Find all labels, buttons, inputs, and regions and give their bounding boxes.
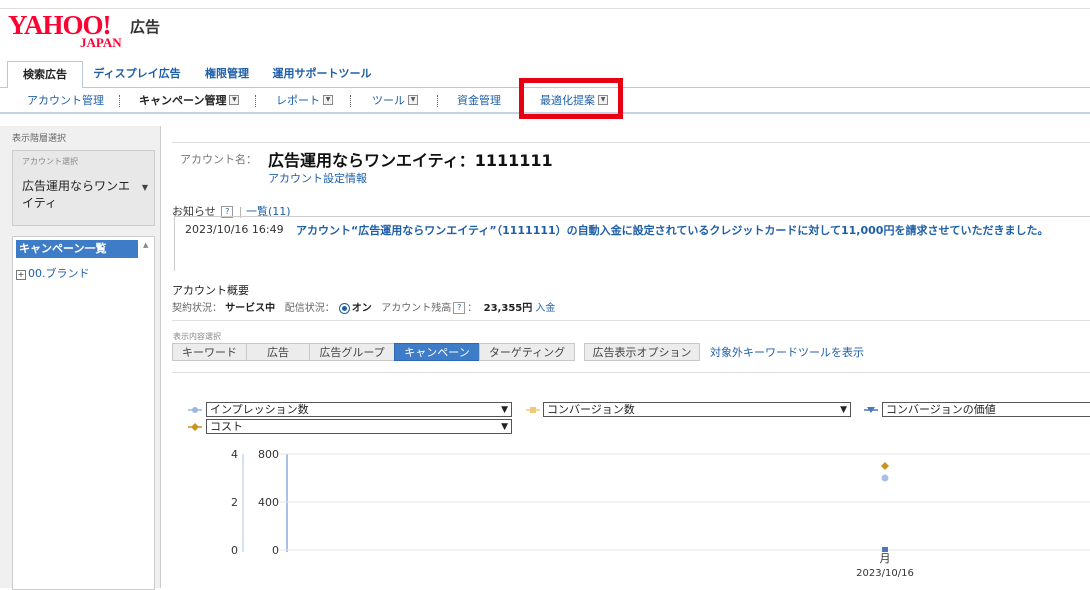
subnav-label: レポート xyxy=(276,94,320,107)
subnav-funds[interactable]: 資金管理 xyxy=(457,88,501,112)
radio-on-icon[interactable] xyxy=(338,302,350,314)
dropdown-arrow-icon: ▼ xyxy=(141,183,148,192)
left-tick-2: 0 xyxy=(231,544,238,557)
delivery-label: 配信状況： xyxy=(284,303,335,314)
x-tick-weekday: 月 xyxy=(880,552,891,565)
subnav-label: キャンペーン管理 xyxy=(139,94,227,107)
delivery-value: オン xyxy=(351,303,372,314)
chevron-down-icon[interactable]: ▼ xyxy=(229,95,240,105)
second-tick-0: 800 xyxy=(258,448,279,461)
chevron-down-icon: ▼ xyxy=(840,405,847,415)
nav-separator xyxy=(437,95,439,107)
chart-point-circle[interactable] xyxy=(881,474,889,482)
logo-sub: JAPAN xyxy=(80,35,122,50)
view-select-label: 表示内容選択 xyxy=(173,332,221,341)
status-row: 契約状況： サービス中 配信状況： オン アカウント残高?： 23,355円 入金 xyxy=(172,299,555,314)
tab-support-tools[interactable]: 運用サポートツール xyxy=(266,61,378,86)
subnav-label: アカウント管理 xyxy=(27,94,104,107)
metric-select-2[interactable]: コンバージョン数 ▼ xyxy=(543,402,851,417)
metric-select-3[interactable]: コンバージョンの価値 xyxy=(882,402,1090,417)
contract-value: サービス中 xyxy=(225,303,276,314)
chevron-down-icon: ▼ xyxy=(501,405,508,415)
view-tab-ad-extensions[interactable]: 広告表示オプション xyxy=(584,343,700,361)
account-select-label: アカウント選択 xyxy=(22,157,78,166)
x-tick-date: 2023/10/16 xyxy=(856,568,914,579)
left-tick-0: 4 xyxy=(231,448,238,461)
select-value: コスト xyxy=(210,420,243,433)
tab-permissions[interactable]: 権限管理 xyxy=(196,61,258,86)
legend-marker-diamond-icon xyxy=(188,423,202,431)
account-select[interactable]: アカウント選択 広告運用ならワンエイティ ▼ xyxy=(12,150,155,226)
chevron-down-icon: ▼ xyxy=(501,422,508,432)
legend-marker-square-icon xyxy=(526,407,540,413)
tab-search-ads[interactable]: 検索広告 xyxy=(7,61,83,89)
divider xyxy=(172,142,1090,143)
account-name-label: アカウント名： xyxy=(180,153,257,166)
select-value: コンバージョン数 xyxy=(547,403,635,416)
second-tick-2: 0 xyxy=(272,544,279,557)
campaign-item-label: 00.ブランド xyxy=(28,267,90,280)
keyword-tool-link[interactable]: 対象外キーワードツールを表示 xyxy=(710,344,864,360)
summary-title: アカウント概要 xyxy=(172,284,249,297)
campaign-list-panel xyxy=(12,236,155,590)
highlight-box xyxy=(519,78,623,119)
subnav-account-management[interactable]: アカウント管理 xyxy=(27,88,104,112)
view-tab-campaign[interactable]: キャンペーン xyxy=(394,343,480,361)
view-tab-targeting[interactable]: ターゲティング xyxy=(479,343,575,361)
subnav-tools[interactable]: ツール ▼ xyxy=(372,88,418,112)
metric-select-4[interactable]: コスト ▼ xyxy=(206,419,512,434)
second-tick-1: 400 xyxy=(258,496,279,509)
view-tab-ad[interactable]: 広告 xyxy=(246,343,310,361)
campaign-list-header[interactable]: キャンペーン一覧 xyxy=(16,240,138,258)
account-select-value: 広告運用ならワンエイティ xyxy=(22,179,131,210)
tab-display-ads[interactable]: ディスプレイ広告 xyxy=(84,61,190,86)
balance-value: 23,355円 xyxy=(483,303,533,314)
notice-message-link[interactable]: アカウント“広告運用ならワンエイティ”（1111111）の自動入金に設定されてい… xyxy=(296,222,1048,238)
chart-point-square[interactable] xyxy=(882,547,888,552)
metric-select-1[interactable]: インプレッション数 ▼ xyxy=(206,402,512,417)
left-panel-title: 表示階層選択 xyxy=(12,134,67,144)
header-divider xyxy=(0,8,1090,9)
nav-separator xyxy=(119,95,121,107)
deposit-link[interactable]: 入金 xyxy=(535,303,555,314)
contract-label: 契約状況： xyxy=(172,303,222,314)
yahoo-logo[interactable]: YAHOO! JAPAN 広告 xyxy=(8,12,160,51)
legend-marker-triangle-icon xyxy=(864,407,878,413)
nav-separator xyxy=(255,95,257,107)
account-name: 広告運用ならワンエイティ：1111111 xyxy=(268,151,553,170)
chevron-down-icon[interactable]: ▼ xyxy=(323,95,333,105)
select-value: コンバージョンの価値 xyxy=(886,403,996,416)
nav-separator xyxy=(350,95,352,107)
view-tab-adgroup[interactable]: 広告グループ xyxy=(309,343,395,361)
notice-date: 2023/10/16 16:49 xyxy=(185,223,284,236)
subnav-label: ツール xyxy=(372,94,405,107)
balance-label: アカウント残高 xyxy=(381,303,452,314)
select-value: インプレッション数 xyxy=(210,403,309,416)
chevron-down-icon[interactable]: ▼ xyxy=(408,95,418,105)
view-tab-keyword[interactable]: キーワード xyxy=(172,343,247,361)
logo-suffix: 広告 xyxy=(130,18,161,36)
legend-marker-circle-icon xyxy=(188,407,202,413)
campaign-item[interactable]: +00.ブランド xyxy=(16,265,90,281)
account-settings-link[interactable]: アカウント設定情報 xyxy=(268,170,367,186)
chart-point-diamond[interactable] xyxy=(881,462,889,470)
performance-chart: 4 2 0 800 400 0 月 2023/10/16 xyxy=(231,448,1090,579)
left-tick-1: 2 xyxy=(231,496,238,509)
expand-icon[interactable]: + xyxy=(16,270,26,280)
subnav-report[interactable]: レポート ▼ xyxy=(276,88,333,112)
scroll-up-icon[interactable]: ▲ xyxy=(143,241,148,249)
divider xyxy=(172,320,1090,321)
chart-marks xyxy=(881,462,889,552)
balance-colon: ： xyxy=(467,303,478,314)
subnav-campaign-management[interactable]: キャンペーン管理 ▼ xyxy=(139,88,240,112)
divider xyxy=(172,372,1090,373)
help-icon[interactable]: ? xyxy=(453,302,466,314)
